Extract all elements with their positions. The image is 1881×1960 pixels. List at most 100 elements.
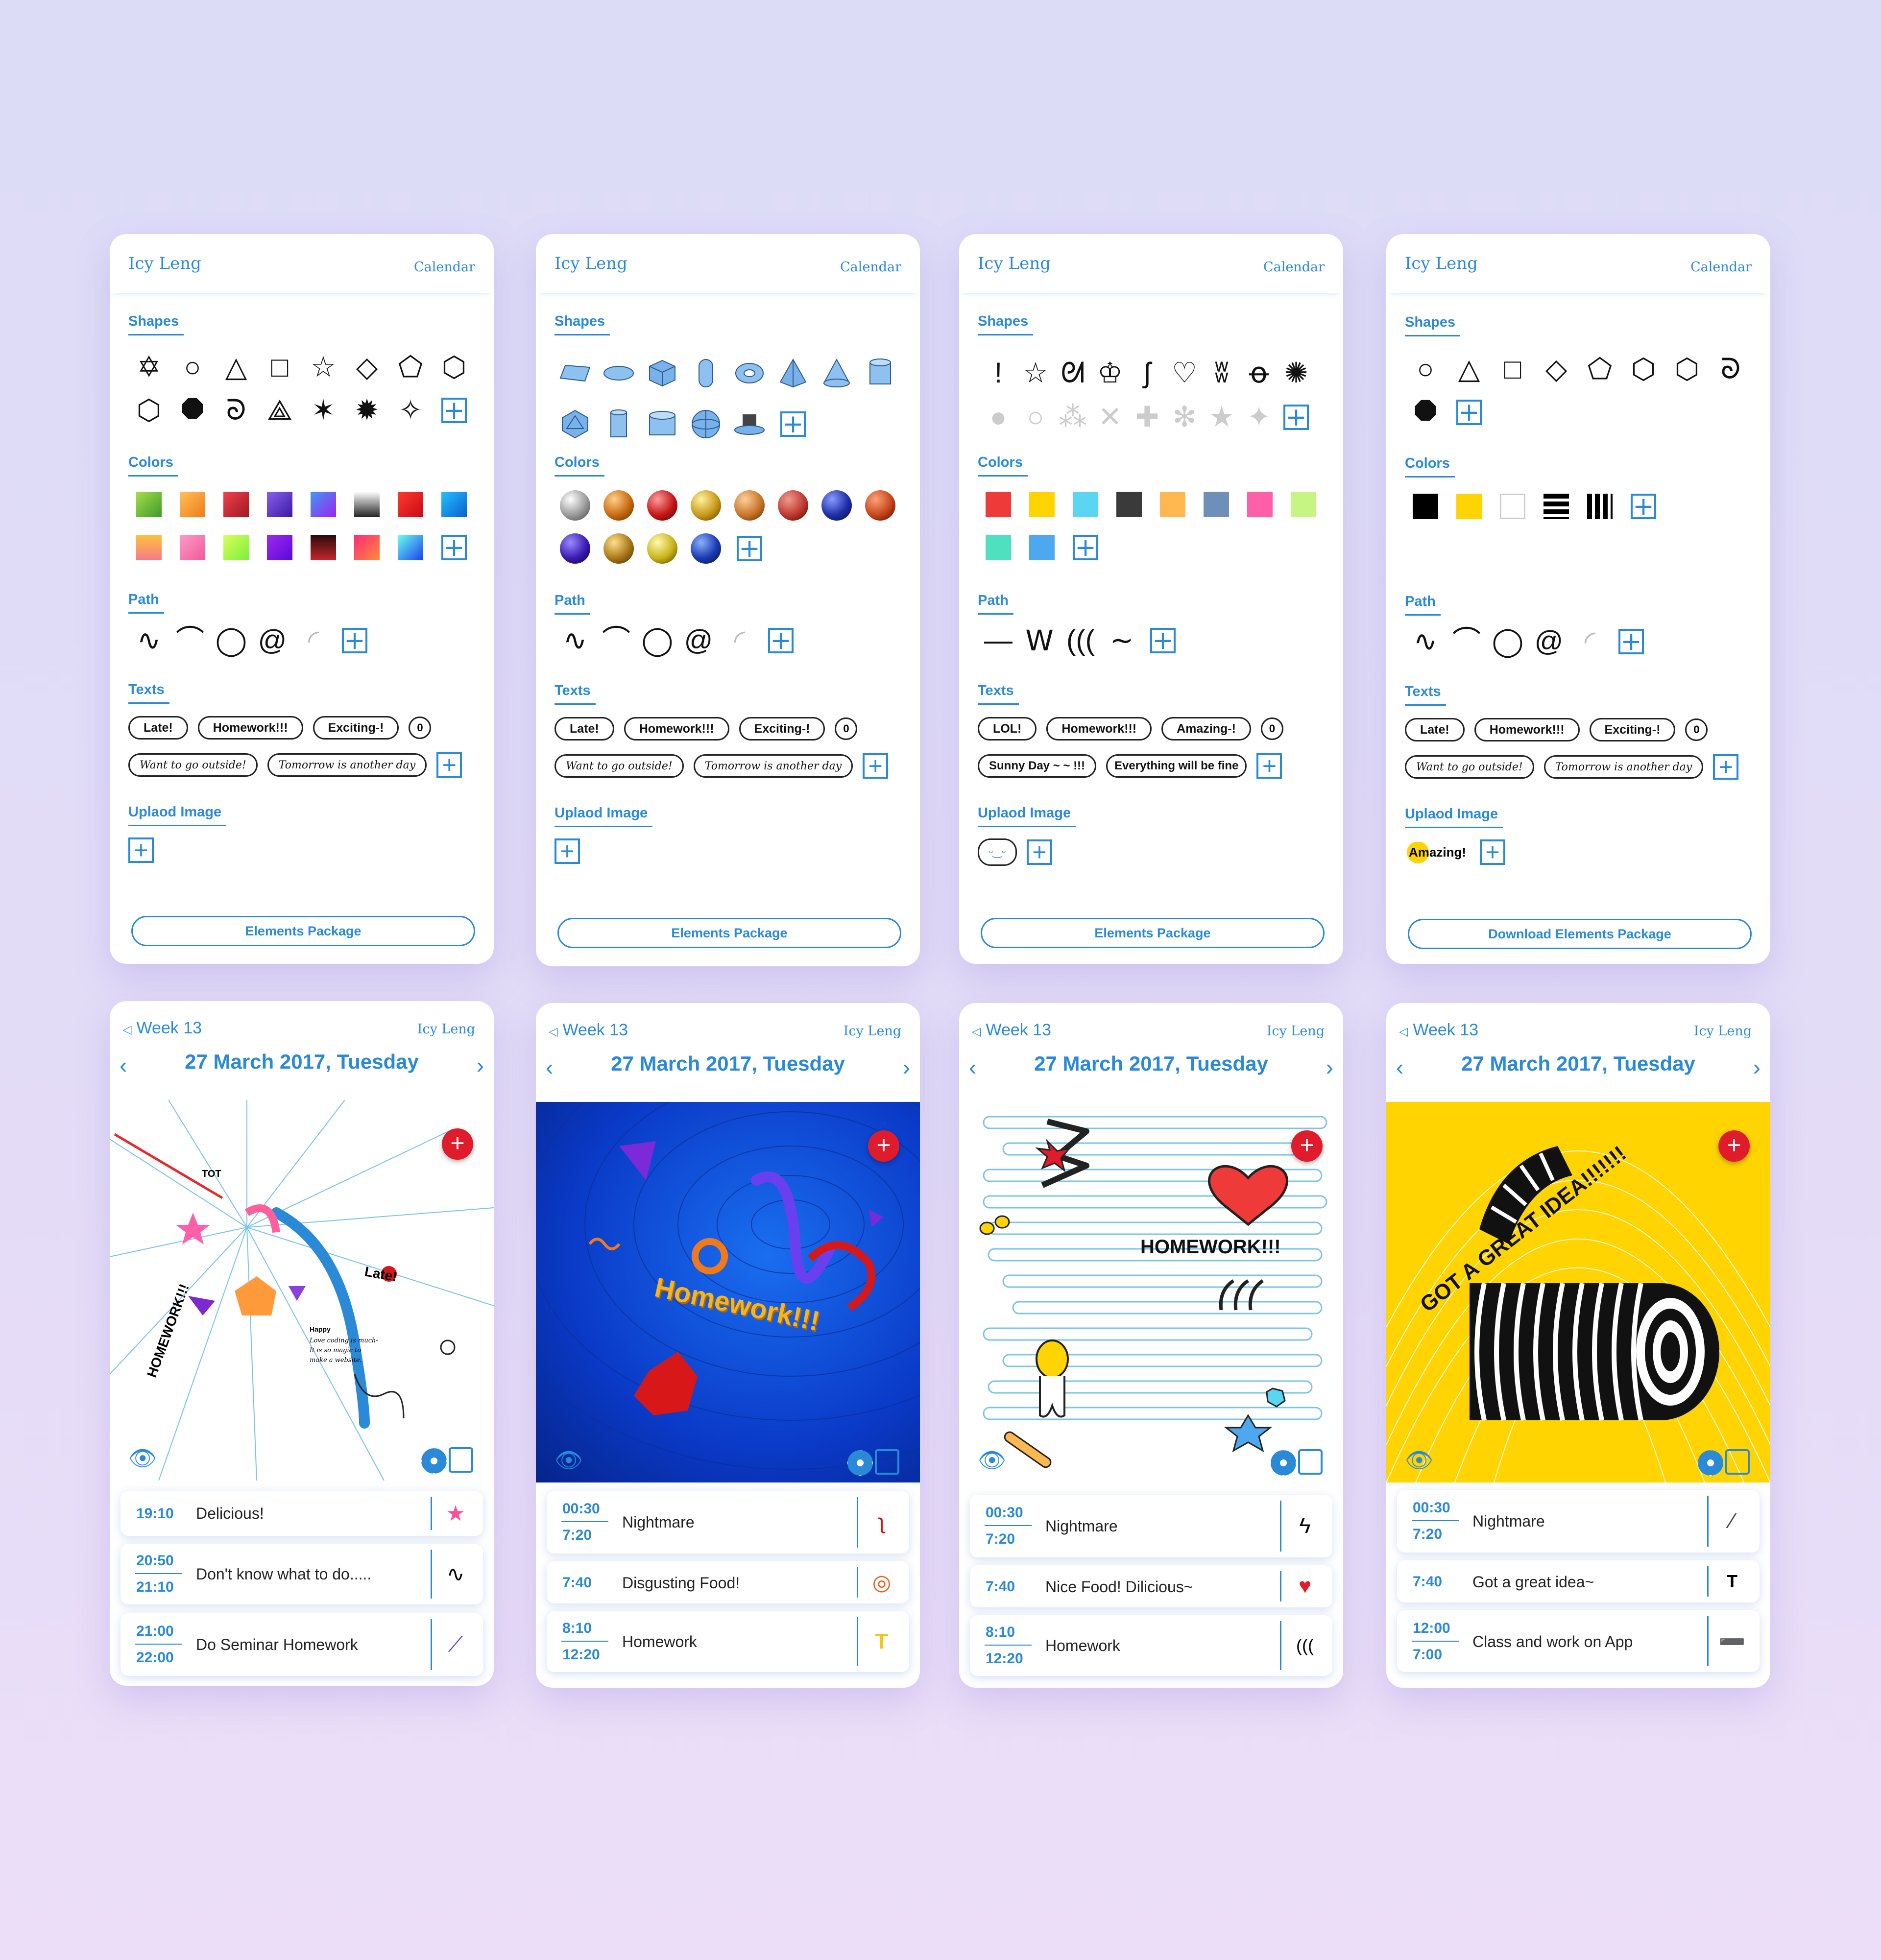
- user-name[interactable]: Icy Leng: [1405, 254, 1478, 273]
- calendar-link[interactable]: Calendar: [414, 260, 475, 275]
- star-icon[interactable]: ☆: [307, 351, 340, 384]
- tube-3d-icon[interactable]: [602, 407, 635, 441]
- dotted-arc-icon[interactable]: ◜: [723, 624, 756, 657]
- square-icon[interactable]: □: [263, 351, 296, 384]
- color-swatch[interactable]: [176, 531, 209, 564]
- add-shape-icon[interactable]: +: [780, 411, 806, 437]
- uploaded-face-icon[interactable]: ᵕ‿ᵕ: [978, 838, 1017, 866]
- color-swatch[interactable]: [176, 488, 209, 521]
- event-row[interactable]: 21:00 22:00 Do Seminar Homework ⟋: [121, 1613, 483, 1676]
- next-day-icon[interactable]: ›: [1326, 1054, 1333, 1080]
- tilde-path-icon[interactable]: ∼: [1105, 624, 1138, 657]
- material-orb[interactable]: [602, 489, 635, 522]
- cylinder-3d-icon[interactable]: [864, 357, 897, 390]
- grass-doodle-icon[interactable]: ʬ: [1205, 357, 1238, 390]
- spiral-icon[interactable]: ᘐ: [1714, 353, 1747, 386]
- upload-image-icon[interactable]: +: [1480, 839, 1505, 865]
- color-swatch[interactable]: [437, 488, 471, 521]
- tri-star-icon[interactable]: ⟁: [263, 394, 296, 427]
- squiggle-doodle-icon[interactable]: ʃ: [1131, 357, 1164, 390]
- week-back-link[interactable]: ◁ Week 13: [122, 1019, 202, 1038]
- add-text-icon[interactable]: +: [1256, 753, 1282, 779]
- text-sticker[interactable]: Tomorrow is another day: [267, 753, 427, 777]
- week-back-link[interactable]: ◁ Week 13: [549, 1021, 628, 1040]
- arc-path-icon[interactable]: ⌒: [600, 624, 633, 657]
- add-event-button[interactable]: +: [1291, 1130, 1323, 1162]
- text-sticker-zero[interactable]: 0: [835, 717, 858, 740]
- color-swatch[interactable]: [1243, 488, 1277, 521]
- stripes-v-pattern[interactable]: [1583, 490, 1616, 523]
- add-path-icon[interactable]: +: [342, 628, 367, 653]
- octagon-icon[interactable]: ⯃: [176, 394, 209, 427]
- color-swatch[interactable]: [350, 488, 384, 521]
- text-sticker[interactable]: Exciting-!: [739, 717, 825, 741]
- user-name[interactable]: Icy Leng: [978, 254, 1051, 273]
- circle-icon[interactable]: ○: [176, 351, 209, 384]
- add-shape-icon[interactable]: +: [441, 398, 467, 423]
- text-sticker[interactable]: Amazing-!: [1161, 717, 1251, 741]
- dotted-arc-icon[interactable]: ◜: [297, 624, 330, 657]
- spiral-path-icon[interactable]: @: [256, 624, 289, 657]
- day-canvas[interactable]: GOT A GREAT IDEA!!!!!!! + 👁: [1386, 1102, 1770, 1482]
- event-row[interactable]: 7:40 Nice Food! Dilicious~ ♥: [970, 1565, 1332, 1607]
- note-icon[interactable]: [1725, 1449, 1750, 1475]
- spiral-path-icon[interactable]: @: [682, 624, 715, 657]
- add-event-button[interactable]: +: [868, 1130, 899, 1162]
- text-sticker[interactable]: Want to go outside!: [555, 754, 684, 778]
- hat-3d-icon[interactable]: [733, 407, 766, 441]
- week-back-link[interactable]: ◁ Week 13: [1399, 1021, 1478, 1040]
- heart-doodle-icon[interactable]: ♡: [1168, 357, 1201, 390]
- calendar-link[interactable]: Calendar: [840, 260, 901, 275]
- note-icon[interactable]: [449, 1447, 473, 1473]
- gear-icon[interactable]: [421, 1448, 447, 1474]
- text-sticker-zero[interactable]: 0: [1260, 717, 1283, 740]
- star-solid-doodle-icon[interactable]: ★: [1205, 401, 1238, 434]
- color-swatch[interactable]: [219, 488, 253, 521]
- text-sticker[interactable]: Want to go outside!: [1405, 755, 1534, 779]
- text-sticker[interactable]: Everything will be fine: [1106, 754, 1247, 778]
- circle-path-icon[interactable]: ◯: [641, 624, 674, 657]
- plane-3d-icon[interactable]: [558, 357, 592, 390]
- triangle-icon[interactable]: △: [219, 351, 253, 384]
- eye-icon[interactable]: 👁: [555, 1447, 583, 1474]
- drops-doodle-icon[interactable]: ꝋ: [1242, 357, 1276, 390]
- spiral-path-icon[interactable]: @: [1532, 625, 1566, 658]
- event-row[interactable]: 00:30 7:20 Nightmare ϟ: [970, 1495, 1332, 1557]
- add-shape-icon[interactable]: +: [1456, 400, 1482, 425]
- calendar-link[interactable]: Calendar: [1690, 260, 1752, 275]
- text-sticker[interactable]: Homework!!!: [624, 717, 729, 741]
- color-swatch[interactable]: [350, 531, 384, 564]
- color-swatch[interactable]: [219, 531, 253, 564]
- color-swatch[interactable]: [1156, 488, 1189, 521]
- square-icon[interactable]: □: [1496, 353, 1529, 386]
- gear-icon[interactable]: [1698, 1450, 1723, 1476]
- add-path-icon[interactable]: +: [1150, 628, 1176, 653]
- exclaim-doodle-icon[interactable]: ǃ: [982, 357, 1015, 390]
- add-color-icon[interactable]: +: [1631, 494, 1656, 519]
- material-orb[interactable]: [689, 489, 723, 522]
- dotted-arc-icon[interactable]: ◜: [1573, 625, 1607, 658]
- day-canvas[interactable]: HOMEWORK!!! + 👁: [959, 1102, 1343, 1482]
- heptagon-icon[interactable]: ⬡: [132, 394, 166, 427]
- elements-package-button[interactable]: Elements Package: [981, 918, 1325, 948]
- user-name[interactable]: Icy Leng: [844, 1024, 901, 1039]
- note-icon[interactable]: [1298, 1449, 1323, 1475]
- eye-icon[interactable]: 👁: [1405, 1447, 1433, 1474]
- text-sticker[interactable]: Homework!!!: [1046, 717, 1152, 741]
- color-swatch[interactable]: [1112, 488, 1146, 521]
- arc-path-icon[interactable]: ⌒: [1450, 625, 1483, 658]
- heptagon-icon[interactable]: ⬡: [1670, 353, 1704, 386]
- event-row[interactable]: 12:00 7:00 Class and work on App ➖: [1397, 1610, 1760, 1672]
- day-canvas[interactable]: TOT Late! HOMEWORK!!! Happy Love coding …: [110, 1100, 494, 1481]
- event-row[interactable]: 19:10 Delicious! ★: [121, 1491, 483, 1536]
- pentagon-icon[interactable]: ⬠: [1583, 353, 1616, 386]
- eye-icon[interactable]: 👁: [978, 1447, 1006, 1474]
- wave-path-icon[interactable]: ∿: [132, 624, 166, 657]
- add-event-button[interactable]: +: [1718, 1130, 1750, 1162]
- user-name[interactable]: Icy Leng: [1267, 1024, 1325, 1039]
- text-sticker[interactable]: Tomorrow is another day: [1543, 755, 1704, 779]
- material-orb[interactable]: [558, 532, 592, 565]
- asterisk-doodle-icon[interactable]: ✻: [1168, 401, 1201, 434]
- torus-3d-icon[interactable]: [733, 357, 766, 390]
- color-swatch[interactable]: [1025, 488, 1059, 521]
